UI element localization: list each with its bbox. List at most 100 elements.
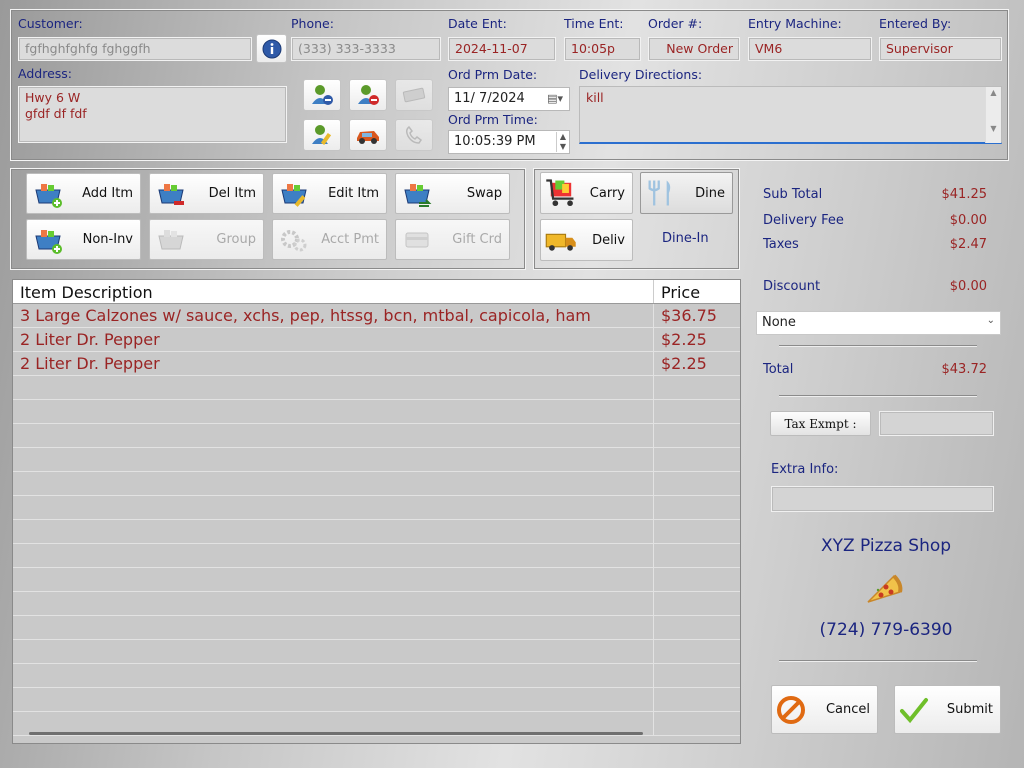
time-spinner-icon[interactable]: ▲ ▼ — [555, 132, 566, 152]
non-inventory-button[interactable]: Non-Inv — [26, 219, 141, 260]
delivery-button[interactable]: Deliv — [540, 219, 633, 261]
customer-remove-button[interactable] — [349, 79, 387, 111]
table-row-empty[interactable] — [13, 616, 740, 640]
phone-field[interactable]: (333) 333-3333 — [291, 37, 441, 61]
dine-in-button[interactable]: Dine — [640, 172, 733, 214]
tax-exempt-field[interactable] — [879, 411, 994, 436]
phone-call-button[interactable] — [395, 119, 433, 151]
item-price-cell: $2.25 — [661, 330, 707, 349]
group-button[interactable]: Group — [149, 219, 264, 260]
directions-scrollbar[interactable]: ▲ ▼ — [985, 87, 1001, 143]
item-price-cell — [654, 496, 740, 519]
delivery-car-button[interactable] — [349, 119, 387, 151]
fork-knife-icon — [648, 180, 671, 206]
account-payment-button[interactable]: Acct Pmt — [272, 219, 387, 260]
gears-icon — [281, 229, 307, 251]
item-description-cell: 2 Liter Dr. Pepper — [13, 328, 654, 351]
delivery-directions-label: Delivery Directions: — [579, 67, 703, 82]
customer-edit-button[interactable] — [303, 119, 341, 151]
shop-divider — [779, 660, 977, 661]
address-label: Address: — [18, 66, 72, 81]
address-line-2: gfdf df fdf — [25, 106, 87, 121]
table-row-empty[interactable] — [13, 688, 740, 712]
item-price-cell — [654, 568, 740, 591]
summary-divider-2 — [779, 395, 977, 396]
extra-info-field[interactable] — [771, 486, 994, 512]
ord-prm-time-label: Ord Prm Time: — [448, 112, 538, 127]
person-edit-icon — [312, 125, 332, 146]
edit-item-button[interactable]: Edit Itm — [272, 173, 387, 214]
order-type-selected-label: Dine-In — [662, 231, 709, 246]
item-price-cell — [654, 712, 740, 735]
order-number-field: New Order — [648, 37, 740, 61]
table-row-empty[interactable] — [13, 400, 740, 424]
cancel-button[interactable]: Cancel — [771, 685, 878, 734]
table-row-empty[interactable] — [13, 520, 740, 544]
item-description-cell — [13, 424, 654, 447]
add-item-button[interactable]: Add Itm — [26, 173, 141, 214]
item-price-cell — [654, 688, 740, 711]
customer-lookup-button[interactable] — [303, 79, 341, 111]
item-price-cell — [654, 616, 740, 639]
basket-plus-icon — [35, 229, 62, 254]
money-button[interactable] — [395, 79, 433, 111]
ord-prm-date-picker[interactable]: 11/ 7/2024 ▤▾ — [448, 87, 570, 111]
column-header-price[interactable]: Price — [654, 280, 740, 303]
group-label: Group — [216, 232, 256, 247]
horizontal-scrollbar[interactable] — [29, 732, 643, 735]
delete-item-button[interactable]: Del Itm — [149, 173, 264, 214]
add-item-label: Add Itm — [82, 186, 133, 201]
item-price-cell: $2.25 — [661, 354, 707, 373]
address-field[interactable]: Hwy 6 W gfdf df fdf — [18, 86, 287, 143]
customer-info-button[interactable] — [256, 34, 287, 63]
table-row-empty[interactable] — [13, 592, 740, 616]
basket-add-icon — [35, 183, 62, 208]
basket-edit-icon — [281, 183, 307, 207]
table-row-empty[interactable] — [13, 496, 740, 520]
item-price-cell — [654, 592, 740, 615]
summary-divider-1 — [779, 345, 977, 346]
item-price-cell — [654, 448, 740, 471]
column-header-description[interactable]: Item Description — [13, 280, 654, 303]
person-remove-icon — [358, 85, 379, 105]
calendar-icon[interactable]: ▤▾ — [547, 92, 563, 105]
address-line-1: Hwy 6 W — [25, 90, 81, 105]
submit-label: Submit — [946, 702, 993, 717]
carry-out-label: Carry — [589, 185, 625, 201]
item-price-cell — [654, 664, 740, 687]
gift-card-label: Gift Crd — [452, 232, 502, 247]
swap-item-button[interactable]: Swap — [395, 173, 510, 214]
table-row-empty[interactable] — [13, 472, 740, 496]
carry-out-button[interactable]: Carry — [540, 172, 633, 214]
tax-exempt-button[interactable]: Tax Exmpt : — [770, 411, 871, 436]
ord-prm-time-value: 10:05:39 PM — [454, 134, 536, 149]
table-row-empty[interactable] — [13, 376, 740, 400]
chevron-down-icon: ⌄ — [986, 315, 995, 326]
item-description-cell — [13, 544, 654, 567]
delivery-directions-field[interactable]: kill ▲ ▼ — [579, 86, 1002, 144]
table-row[interactable]: 2 Liter Dr. Pepper $2.25 — [13, 328, 740, 352]
table-row-empty[interactable] — [13, 424, 740, 448]
ord-prm-time-picker[interactable]: 10:05:39 PM ▲ ▼ — [448, 130, 570, 154]
order-items-table[interactable]: Item Description Price 3 Large Calzones … — [12, 279, 741, 744]
gift-card-button[interactable]: Gift Crd — [395, 219, 510, 260]
customer-name-field[interactable]: fgfhghfghfg fghggfh — [18, 37, 252, 61]
item-price-cell — [654, 640, 740, 663]
table-row-empty[interactable] — [13, 640, 740, 664]
non-inventory-label: Non-Inv — [82, 232, 133, 247]
table-row-empty[interactable] — [13, 568, 740, 592]
submit-button[interactable]: Submit — [894, 685, 1001, 734]
item-description-cell — [13, 496, 654, 519]
table-row-empty[interactable] — [13, 544, 740, 568]
ord-prm-date-label: Ord Prm Date: — [448, 67, 538, 82]
info-icon — [262, 39, 281, 58]
phone-label: Phone: — [291, 16, 334, 31]
discount-select[interactable]: None ⌄ — [756, 311, 1001, 335]
item-description-cell: 2 Liter Dr. Pepper — [13, 352, 654, 375]
shop-name: XYZ Pizza Shop — [820, 536, 952, 556]
item-description-cell — [13, 640, 654, 663]
table-row[interactable]: 2 Liter Dr. Pepper $2.25 — [13, 352, 740, 376]
table-row[interactable]: 3 Large Calzones w/ sauce, xchs, pep, ht… — [13, 304, 740, 328]
table-row-empty[interactable] — [13, 664, 740, 688]
table-row-empty[interactable] — [13, 448, 740, 472]
